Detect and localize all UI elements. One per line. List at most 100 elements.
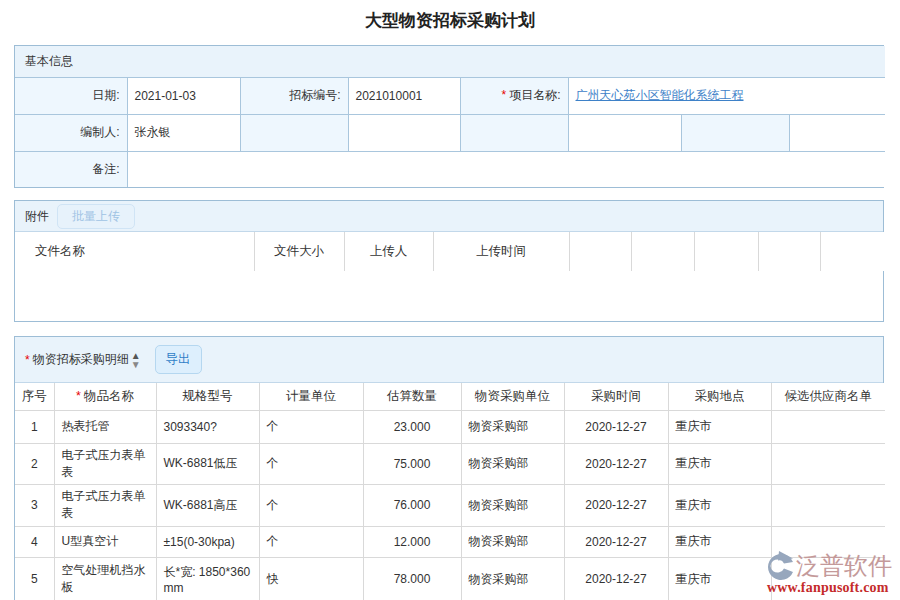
- cell-spec: WK-6881高压: [156, 484, 259, 526]
- detail-header-bar: * 物资招标采购明细 ▲ ▼ 导出: [15, 337, 883, 383]
- column-header-seq: 序号: [15, 383, 54, 410]
- attachments-section-title: 附件: [25, 208, 49, 225]
- cell-spec: 3093340?: [156, 410, 259, 443]
- cell-dept: 物资采购部: [461, 484, 564, 526]
- basic-info-table: 基本信息 日期: 2021-01-03 招标编号: 2021010001 *项目…: [15, 46, 885, 187]
- date-value: 2021-01-03: [127, 77, 240, 114]
- cell-unit: 个: [259, 410, 363, 443]
- basic-info-section-title: 基本信息: [15, 46, 885, 77]
- cell-item-name: U型真空计: [54, 526, 156, 557]
- column-header-time: 采购时间: [564, 383, 668, 410]
- attachments-section: 附件 批量上传 文件名称 文件大小 上传人 上传时间: [14, 200, 884, 322]
- vendor-url-text: www.fanpusoft.com: [767, 580, 899, 596]
- column-header-file-size: 文件大小: [254, 232, 344, 271]
- sort-arrows[interactable]: ▲ ▼: [131, 351, 141, 369]
- required-asterisk: *: [76, 389, 81, 403]
- cell-dept: 物资采购部: [461, 526, 564, 557]
- cell-qty: 12.000: [363, 526, 461, 557]
- cell-seq: 3: [15, 484, 54, 526]
- column-header-item-name: *物品名称: [54, 383, 156, 410]
- empty-value-cell: [789, 114, 885, 151]
- column-header-qty: 估算数量: [363, 383, 461, 410]
- author-value: 张永银: [127, 114, 240, 151]
- attachments-header-bar: 附件 批量上传: [15, 201, 883, 232]
- vendor-brand-text: 泛普软件: [796, 550, 892, 582]
- vendor-watermark: 泛普软件 www.fanpusoft.com: [767, 550, 899, 596]
- cell-seq: 4: [15, 526, 54, 557]
- project-name-cell: 广州天心苑小区智能化系统工程: [568, 77, 885, 114]
- fanpu-logo-icon: [767, 551, 794, 581]
- column-header-empty: [569, 232, 631, 271]
- author-label: 编制人:: [15, 114, 127, 151]
- cell-qty: 23.000: [363, 410, 461, 443]
- cell-place: 重庆市: [668, 443, 771, 484]
- column-header-dept: 物资采购单位: [461, 383, 564, 410]
- table-row: 2 电子式压力表单表 WK-6881低压 个 75.000 物资采购部 2020…: [15, 443, 885, 484]
- column-header-empty: [631, 232, 694, 271]
- column-header-empty: [820, 232, 885, 271]
- cell-unit: 个: [259, 526, 363, 557]
- cell-seq: 5: [15, 557, 54, 600]
- cell-spec: 长*宽: 1850*360 mm: [156, 557, 259, 600]
- project-name-link[interactable]: 广州天心苑小区智能化系统工程: [576, 88, 744, 102]
- attachments-table: 文件名称 文件大小 上传人 上传时间: [15, 232, 885, 271]
- cell-time: 2020-12-27: [564, 526, 668, 557]
- column-header-place: 采购地点: [668, 383, 771, 410]
- cell-time: 2020-12-27: [564, 410, 668, 443]
- cell-item-name: 电子式压力表单表: [54, 484, 156, 526]
- column-header-unit: 计量单位: [259, 383, 363, 410]
- cell-seq: 1: [15, 410, 54, 443]
- remark-value: [127, 151, 885, 187]
- cell-place: 重庆市: [668, 484, 771, 526]
- batch-upload-button[interactable]: 批量上传: [57, 204, 135, 229]
- export-button[interactable]: 导出: [155, 345, 202, 374]
- table-row: 3 电子式压力表单表 WK-6881高压 个 76.000 物资采购部 2020…: [15, 484, 885, 526]
- page-title: 大型物资招标采购计划: [0, 0, 900, 30]
- cell-supplier: [771, 443, 885, 484]
- cell-time: 2020-12-27: [564, 557, 668, 600]
- column-header-uploader: 上传人: [344, 232, 433, 271]
- cell-unit: 个: [259, 443, 363, 484]
- cell-qty: 75.000: [363, 443, 461, 484]
- empty-label-cell: [681, 114, 789, 151]
- remark-label: 备注:: [15, 151, 127, 187]
- cell-supplier: [771, 484, 885, 526]
- project-name-label: *项目名称:: [460, 77, 568, 114]
- cell-dept: 物资采购部: [461, 443, 564, 484]
- table-row: 1 热表托管 3093340? 个 23.000 物资采购部 2020-12-2…: [15, 410, 885, 443]
- cell-dept: 物资采购部: [461, 410, 564, 443]
- detail-section-title: 物资招标采购明细: [33, 351, 129, 368]
- cell-place: 重庆市: [668, 410, 771, 443]
- table-row: 5 空气处理机挡水板 长*宽: 1850*360 mm 快 78.000 物资采…: [15, 557, 885, 600]
- detail-section: * 物资招标采购明细 ▲ ▼ 导出 序号 *物品名称 规格型号 计量单位 估算数…: [14, 336, 884, 600]
- empty-label-cell: [240, 114, 348, 151]
- column-header-spec: 规格型号: [156, 383, 259, 410]
- cell-spec: ±15(0-30kpa): [156, 526, 259, 557]
- attachments-empty-body: [15, 271, 883, 321]
- column-header-upload-time: 上传时间: [433, 232, 569, 271]
- cell-place: 重庆市: [668, 526, 771, 557]
- date-label: 日期:: [15, 77, 127, 114]
- bid-no-value: 2021010001: [348, 77, 460, 114]
- cell-dept: 物资采购部: [461, 557, 564, 600]
- bid-no-label: 招标编号:: [240, 77, 348, 114]
- cell-spec: WK-6881低压: [156, 443, 259, 484]
- cell-qty: 76.000: [363, 484, 461, 526]
- column-header-empty: [694, 232, 758, 271]
- empty-value-cell: [568, 114, 681, 151]
- cell-unit: 快: [259, 557, 363, 600]
- column-header-file-name: 文件名称: [15, 232, 254, 271]
- cell-qty: 78.000: [363, 557, 461, 600]
- cell-time: 2020-12-27: [564, 443, 668, 484]
- table-row: 4 U型真空计 ±15(0-30kpa) 个 12.000 物资采购部 2020…: [15, 526, 885, 557]
- cell-item-name: 电子式压力表单表: [54, 443, 156, 484]
- basic-info-section: 基本信息 日期: 2021-01-03 招标编号: 2021010001 *项目…: [14, 45, 884, 188]
- cell-unit: 个: [259, 484, 363, 526]
- detail-table: 序号 *物品名称 规格型号 计量单位 估算数量 物资采购单位 采购时间 采购地点…: [15, 383, 885, 600]
- empty-value-cell: [348, 114, 460, 151]
- cell-seq: 2: [15, 443, 54, 484]
- cell-item-name: 热表托管: [54, 410, 156, 443]
- sort-desc-icon[interactable]: ▼: [131, 360, 141, 369]
- required-asterisk: *: [501, 88, 506, 102]
- empty-label-cell: [460, 114, 568, 151]
